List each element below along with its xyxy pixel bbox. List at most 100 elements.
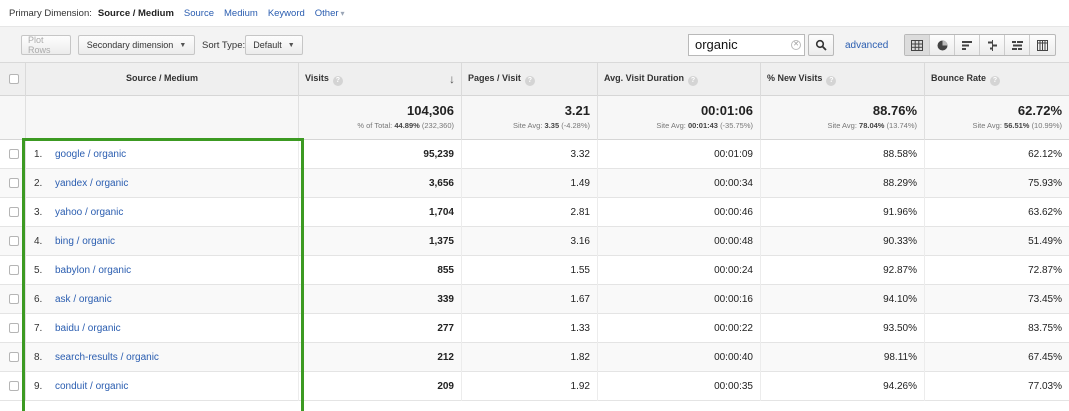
- table-row: 8. search-results / organic 212 1.82 00:00:4…: [0, 343, 1069, 372]
- dimension-link-source[interactable]: Source: [184, 8, 214, 19]
- column-header-visits-label: Visits: [305, 73, 329, 83]
- search-input[interactable]: organic ✕: [688, 34, 805, 56]
- cell-visits: 95,239: [298, 140, 461, 169]
- cell-source-medium: 8. search-results / organic: [25, 343, 298, 372]
- plot-rows-button[interactable]: Plot Rows: [21, 35, 71, 55]
- cell-bounce-rate: 72.87%: [924, 256, 1069, 285]
- totals-bounce: 62.72%: [1017, 103, 1062, 118]
- dimension-other-dropdown[interactable]: Other ▾: [315, 8, 345, 19]
- performance-view-button[interactable]: [955, 35, 980, 55]
- cell-pages-per-visit: 1.55: [461, 256, 597, 285]
- source-medium-link[interactable]: yandex / organic: [55, 178, 128, 189]
- cell-visits: 1,375: [298, 227, 461, 256]
- source-medium-link[interactable]: search-results / organic: [55, 352, 159, 363]
- source-medium-link[interactable]: conduit / organic: [55, 381, 128, 392]
- help-icon[interactable]: ?: [688, 76, 699, 86]
- row-checkbox[interactable]: [9, 294, 19, 304]
- column-header-avg-duration[interactable]: Avg. Visit Duration?: [597, 63, 760, 96]
- cell-visits: 212: [298, 343, 461, 372]
- row-number: 4.: [34, 236, 43, 247]
- cell-bounce-rate: 51.49%: [924, 227, 1069, 256]
- table-row: 3. yahoo / organic 1,704 2.81 00:00:46 91.96%…: [0, 198, 1069, 227]
- help-icon[interactable]: ?: [332, 76, 343, 86]
- table-header: Source / Medium Visits? ↓ Pages / Visit? …: [0, 63, 1069, 96]
- source-medium-link[interactable]: babylon / organic: [55, 265, 131, 276]
- column-header-bounce-rate[interactable]: Bounce Rate?: [924, 63, 1069, 96]
- row-checkbox[interactable]: [9, 149, 19, 159]
- comparison-view-button[interactable]: [980, 35, 1005, 55]
- totals-new-visits: 88.76%: [872, 103, 917, 118]
- dimension-link-medium[interactable]: Medium: [224, 8, 258, 19]
- secondary-dimension-dropdown[interactable]: Secondary dimension ▼: [78, 35, 195, 55]
- column-header-source[interactable]: Source / Medium: [25, 63, 298, 96]
- select-all-checkbox[interactable]: [9, 74, 19, 84]
- search-button[interactable]: [808, 34, 834, 56]
- row-checkbox[interactable]: [9, 381, 19, 391]
- row-checkbox[interactable]: [9, 352, 19, 362]
- plot-rows-label: Plot Rows: [28, 35, 51, 55]
- sort-type-value: Default: [253, 40, 282, 50]
- row-checkbox[interactable]: [9, 236, 19, 246]
- source-medium-link[interactable]: baidu / organic: [55, 323, 121, 334]
- dimension-link-keyword[interactable]: Keyword: [268, 8, 305, 19]
- help-icon[interactable]: ?: [524, 76, 535, 86]
- cell-bounce-rate: 75.93%: [924, 169, 1069, 198]
- cell-new-visits: 90.33%: [760, 227, 924, 256]
- cell-source-medium: 3. yahoo / organic: [25, 198, 298, 227]
- row-checkbox[interactable]: [9, 323, 19, 333]
- performance-view-icon: [961, 40, 972, 50]
- row-checkbox[interactable]: [9, 207, 19, 217]
- totals-duration: 00:01:06: [700, 103, 753, 118]
- pie-view-button[interactable]: [930, 35, 955, 55]
- term-cloud-button[interactable]: [1005, 35, 1030, 55]
- clear-search-icon[interactable]: ✕: [791, 40, 801, 50]
- cell-new-visits: 88.58%: [760, 140, 924, 169]
- sort-type-dropdown[interactable]: Default ▼: [245, 35, 303, 55]
- row-number: 3.: [34, 207, 43, 218]
- totals-duration-sub: Site Avg: 00:01:43 (-35.75%): [656, 121, 753, 130]
- source-medium-link[interactable]: ask / organic: [55, 294, 112, 305]
- pie-view-icon: [937, 40, 947, 50]
- source-medium-link[interactable]: yahoo / organic: [55, 207, 123, 218]
- chevron-down-icon: ▼: [179, 41, 187, 49]
- column-header-new-visits[interactable]: % New Visits?: [760, 63, 924, 96]
- help-icon[interactable]: ?: [826, 76, 837, 86]
- row-checkbox[interactable]: [9, 265, 19, 275]
- totals-pages-sub: Site Avg: 3.35 (-4.28%): [512, 121, 590, 130]
- totals-visits: 104,306: [407, 103, 454, 118]
- cell-new-visits: 94.26%: [760, 372, 924, 401]
- column-header-source-label: Source / Medium: [125, 73, 198, 83]
- cell-pages-per-visit: 1.33: [461, 314, 597, 343]
- pivot-view-icon: [1037, 39, 1048, 51]
- help-icon[interactable]: ?: [990, 76, 1001, 86]
- column-header-visits[interactable]: Visits? ↓: [298, 63, 461, 96]
- row-number: 1.: [34, 149, 43, 160]
- cell-bounce-rate: 77.03%: [924, 372, 1069, 401]
- table-row: 1. google / organic 95,239 3.32 00:01:09 88.5…: [0, 140, 1069, 169]
- table-view-button[interactable]: [905, 35, 930, 55]
- row-number: 2.: [34, 178, 43, 189]
- cell-new-visits: 92.87%: [760, 256, 924, 285]
- term-cloud-icon: [1011, 40, 1023, 50]
- source-medium-link[interactable]: bing / organic: [55, 236, 115, 247]
- cell-new-visits: 94.10%: [760, 285, 924, 314]
- advanced-filter-link[interactable]: advanced: [845, 40, 888, 51]
- cell-pages-per-visit: 3.16: [461, 227, 597, 256]
- cell-bounce-rate: 67.45%: [924, 343, 1069, 372]
- pivot-view-button[interactable]: [1030, 35, 1055, 55]
- chevron-down-icon: ▼: [287, 41, 295, 49]
- row-number: 5.: [34, 265, 43, 276]
- column-header-pages-per-visit[interactable]: Pages / Visit?: [461, 63, 597, 96]
- table-row: 7. baidu / organic 277 1.33 00:00:22 93.50% 83…: [0, 314, 1069, 343]
- table-row: 6. ask / organic 339 1.67 00:00:16 94.10% 73.4…: [0, 285, 1069, 314]
- cell-visits: 855: [298, 256, 461, 285]
- cell-visits: 3,656: [298, 169, 461, 198]
- search-input-value: organic: [695, 37, 738, 52]
- comparison-view-icon: [987, 39, 997, 51]
- totals-visits-cell: 104,306 % of Total: 44.89% (232,360): [298, 96, 461, 140]
- source-medium-link[interactable]: google / organic: [55, 149, 126, 160]
- table-row: 9. conduit / organic 209 1.92 00:00:35 94.26%…: [0, 372, 1069, 401]
- cell-source-medium: 2. yandex / organic: [25, 169, 298, 198]
- row-checkbox[interactable]: [9, 178, 19, 188]
- column-header-pages-label: Pages / Visit: [468, 73, 521, 83]
